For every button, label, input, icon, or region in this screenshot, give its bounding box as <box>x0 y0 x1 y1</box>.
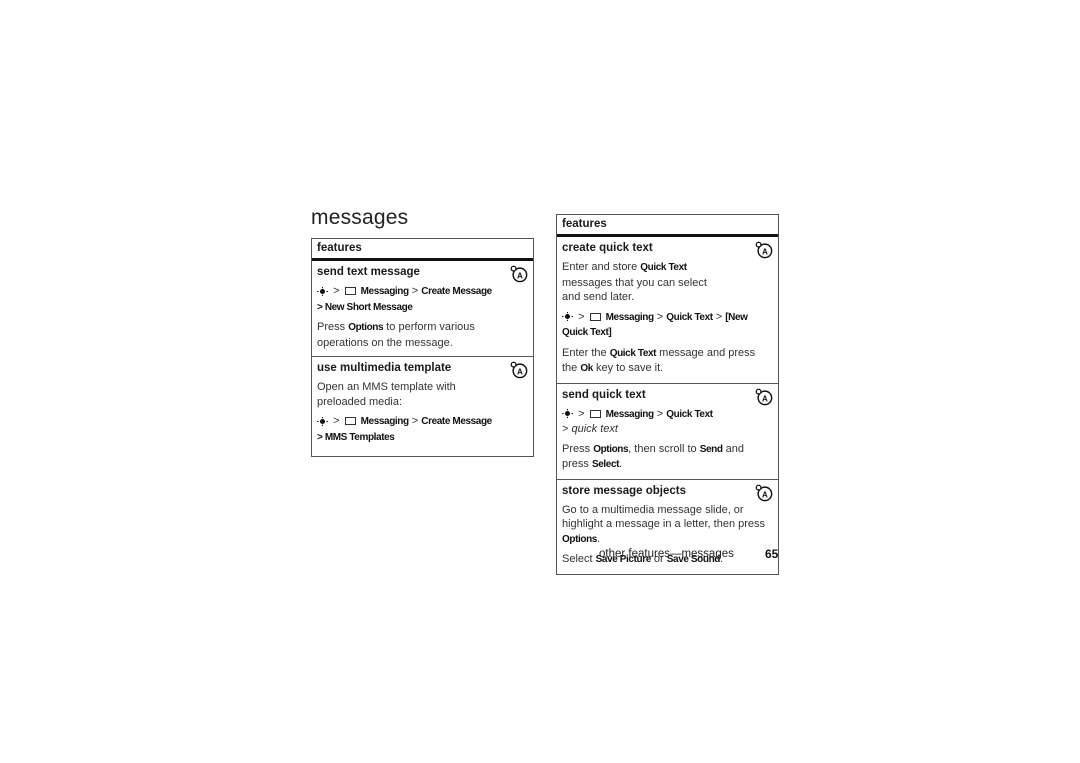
path-separator: > <box>715 310 723 323</box>
envelope-icon <box>344 287 356 296</box>
feature-description: Enter and store Quick Text messages that… <box>562 260 773 305</box>
command-label: Ok <box>580 363 593 374</box>
path-item: Messaging <box>605 408 654 420</box>
path-separator: > <box>333 285 340 297</box>
nav-key-icon <box>317 286 328 296</box>
network-operator-icon: A <box>510 265 528 283</box>
feature-title: create quick text <box>562 242 653 254</box>
text: Select <box>562 553 596 565</box>
features-table-left: features send text message A > Messaging… <box>311 238 534 457</box>
svg-text:A: A <box>762 248 768 257</box>
feature-row-send-text-message: send text message A > Messaging > Create… <box>312 261 533 356</box>
command-label: Options <box>348 322 384 333</box>
feature-description: Open an MMS template with preloaded medi… <box>317 381 456 408</box>
table-header: features <box>557 215 778 237</box>
text: , then scroll to <box>628 442 700 455</box>
path-item: Quick Text <box>666 408 713 420</box>
feature-instruction: Press Options to perform various operati… <box>317 320 528 350</box>
envelope-icon <box>344 417 356 426</box>
menu-path: > Messaging > Quick Text > quick text <box>562 407 773 437</box>
path-separator: > <box>333 415 340 427</box>
network-operator-icon: A <box>755 388 773 405</box>
path-separator: > <box>578 407 585 420</box>
path-separator: > <box>656 407 664 420</box>
menu-path: > Messaging > Create Message > MMS Templ… <box>317 414 528 445</box>
text: key to save it. <box>592 362 664 374</box>
feature-title: send quick text <box>562 388 646 401</box>
command-label: Select <box>591 459 620 470</box>
nav-key-icon <box>562 312 573 322</box>
feature-title: store message objects <box>562 484 687 497</box>
path-item: Create Message <box>421 286 492 297</box>
path-separator: > <box>411 285 419 297</box>
command-label: Send <box>699 443 723 455</box>
feature-row-create-quick-text: create quick text A Enter and store Quic… <box>557 237 778 383</box>
command-label: Options <box>562 533 597 545</box>
text: Go to a multimedia message slide, or hig… <box>562 503 766 531</box>
table-header: features <box>312 239 533 261</box>
path-separator: > <box>578 310 585 323</box>
svg-text:A: A <box>517 272 523 281</box>
network-operator-icon: A <box>510 361 528 379</box>
network-operator-icon: A <box>755 241 773 259</box>
envelope-icon <box>589 409 601 418</box>
network-operator-icon: A <box>755 484 773 501</box>
svg-text:A: A <box>517 368 523 377</box>
path-item-variable: quick text <box>571 423 618 435</box>
command-label: Options <box>593 443 629 455</box>
footer-section-title: other features—messages <box>599 548 734 560</box>
menu-path: > Messaging > Quick Text > [New Quick Te… <box>562 310 773 341</box>
feature-instruction: Press Options, then scroll to Send and p… <box>562 442 773 473</box>
text: Press <box>562 442 594 455</box>
text: messages that you can select and send la… <box>562 276 707 304</box>
path-item: > MMS Templates <box>317 431 395 443</box>
svg-text:A: A <box>762 490 768 499</box>
path-item: Messaging <box>605 311 654 323</box>
text: Enter and store <box>562 261 641 273</box>
feature-title: use multimedia template <box>317 362 452 374</box>
menu-path: > Messaging > Create Message > New Short… <box>317 284 528 315</box>
feature-description: Go to a multimedia message slide, or hig… <box>562 503 773 548</box>
nav-key-icon <box>562 409 573 419</box>
envelope-icon <box>589 312 601 321</box>
features-table-right: features create quick text A Enter and s… <box>556 214 779 575</box>
path-item: Quick Text <box>666 311 713 323</box>
path-separator: > <box>411 415 419 427</box>
command-label: Quick Text <box>640 262 687 273</box>
svg-text:A: A <box>762 394 768 403</box>
nav-key-icon <box>317 416 328 426</box>
feature-instruction: Enter the Quick Text message and press t… <box>562 346 773 377</box>
path-item: Create Message <box>421 416 492 427</box>
text: . <box>596 532 601 545</box>
command-label: Quick Text <box>609 347 657 359</box>
feature-row-use-multimedia-template: use multimedia template A Open an MMS te… <box>312 356 533 456</box>
path-item: Messaging <box>360 286 409 297</box>
path-item: Messaging <box>360 416 409 427</box>
page-heading: messages <box>311 206 409 229</box>
feature-title: send text message <box>317 266 420 278</box>
text: Press <box>317 321 349 333</box>
feature-row-send-quick-text: send quick text A > Messaging > Quick Te… <box>557 382 778 479</box>
path-item: > New Short Message <box>317 301 413 313</box>
text: Enter the <box>562 346 610 359</box>
path-separator: > <box>656 310 664 323</box>
text: . <box>619 458 623 470</box>
page-number: 65 <box>765 547 779 561</box>
